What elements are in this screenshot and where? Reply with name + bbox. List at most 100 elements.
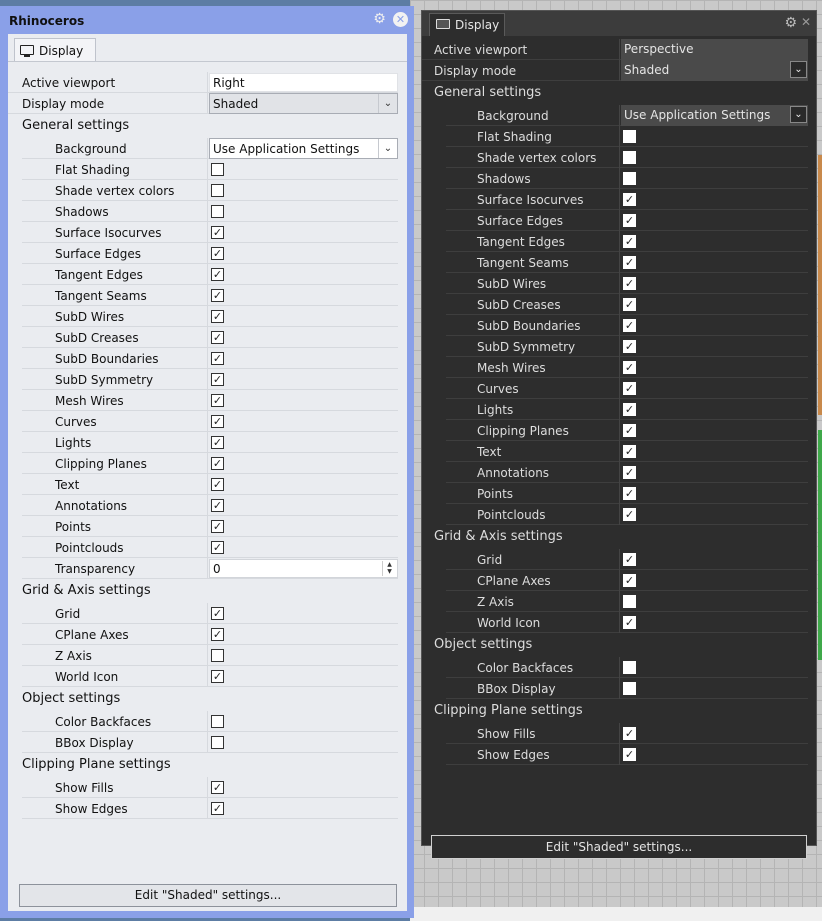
column-divider: [207, 666, 208, 687]
color-backfaces-checkbox[interactable]: [623, 661, 636, 674]
subd-boundaries-checkbox[interactable]: ✓: [211, 352, 224, 365]
property-label: Display mode: [22, 97, 105, 111]
property-row-active-viewport: Active viewport Perspective: [422, 39, 808, 60]
bbox-display-checkbox[interactable]: [623, 682, 636, 695]
column-divider: [619, 210, 620, 231]
background-dropdown[interactable]: Use Application Settings ⌄: [621, 105, 808, 126]
subd-wires-checkbox[interactable]: ✓: [211, 310, 224, 323]
pointclouds-checkbox[interactable]: ✓: [623, 508, 636, 521]
transparency-input[interactable]: 0 ▲ ▼: [209, 559, 398, 578]
text-checkbox[interactable]: ✓: [211, 478, 224, 491]
property-row-cplane-axes: CPlane Axes ✓: [22, 624, 398, 645]
subd-symmetry-checkbox[interactable]: ✓: [623, 340, 636, 353]
column-divider: [207, 711, 208, 732]
edit-shaded-settings-button[interactable]: Edit "Shaded" settings...: [431, 835, 807, 859]
clipping-planes-checkbox[interactable]: ✓: [211, 457, 224, 470]
cplane-axes-checkbox[interactable]: ✓: [623, 574, 636, 587]
show-edges-checkbox[interactable]: ✓: [211, 802, 224, 815]
property-row-subd-wires: SubD Wires ✓: [22, 306, 398, 327]
gear-icon[interactable]: ⚙: [784, 15, 797, 31]
surface-edges-checkbox[interactable]: ✓: [211, 247, 224, 260]
shadows-checkbox[interactable]: [211, 205, 224, 218]
section-object-settings: Object settings: [22, 691, 121, 706]
property-label: Shadows: [477, 172, 531, 186]
annotations-checkbox[interactable]: ✓: [623, 466, 636, 479]
subd-wires-checkbox[interactable]: ✓: [623, 277, 636, 290]
edit-shaded-settings-button[interactable]: Edit "Shaded" settings...: [19, 884, 397, 907]
mesh-wires-checkbox[interactable]: ✓: [623, 361, 636, 374]
points-checkbox[interactable]: ✓: [211, 520, 224, 533]
property-label: Lights: [477, 403, 514, 417]
column-divider: [619, 591, 620, 612]
shade-vertex-colors-checkbox[interactable]: [623, 151, 636, 164]
z-axis-checkbox[interactable]: [211, 649, 224, 662]
grid-checkbox[interactable]: ✓: [623, 553, 636, 566]
column-divider: [619, 252, 620, 273]
property-row-shade-vertex-colors: Shade vertex colors: [22, 180, 398, 201]
property-row-lights: Lights ✓: [446, 399, 808, 420]
property-label: World Icon: [477, 616, 541, 630]
property-label: Points: [477, 487, 514, 501]
flat-shading-checkbox[interactable]: [211, 163, 224, 176]
cplane-axes-checkbox[interactable]: ✓: [211, 628, 224, 641]
show-fills-checkbox[interactable]: ✓: [623, 727, 636, 740]
property-row-show-edges: Show Edges ✓: [446, 744, 808, 765]
property-row-show-fills: Show Fills ✓: [22, 777, 398, 798]
mesh-wires-checkbox[interactable]: ✓: [211, 394, 224, 407]
property-label: Transparency: [55, 562, 136, 576]
subd-creases-checkbox[interactable]: ✓: [211, 331, 224, 344]
close-icon[interactable]: ✕: [393, 12, 408, 27]
tangent-edges-checkbox[interactable]: ✓: [623, 235, 636, 248]
gear-icon[interactable]: ⚙: [372, 12, 387, 27]
surface-isocurves-checkbox[interactable]: ✓: [623, 193, 636, 206]
pointclouds-checkbox[interactable]: ✓: [211, 541, 224, 554]
shade-vertex-colors-checkbox[interactable]: [211, 184, 224, 197]
tangent-edges-checkbox[interactable]: ✓: [211, 268, 224, 281]
lights-checkbox[interactable]: ✓: [623, 403, 636, 416]
surface-isocurves-checkbox[interactable]: ✓: [211, 226, 224, 239]
subd-boundaries-checkbox[interactable]: ✓: [623, 319, 636, 332]
display-mode-dropdown[interactable]: Shaded ⌄: [209, 93, 398, 114]
tab-display[interactable]: Display: [14, 38, 96, 62]
show-fills-checkbox[interactable]: ✓: [211, 781, 224, 794]
shadows-checkbox[interactable]: [623, 172, 636, 185]
points-checkbox[interactable]: ✓: [623, 487, 636, 500]
property-label: Background: [55, 142, 127, 156]
column-divider: [619, 336, 620, 357]
spinner-arrows-icon[interactable]: ▲ ▼: [382, 561, 396, 576]
column-divider: [207, 474, 208, 495]
section-grid-axis-settings: Grid & Axis settings: [434, 529, 563, 544]
curves-checkbox[interactable]: ✓: [211, 415, 224, 428]
color-backfaces-checkbox[interactable]: [211, 715, 224, 728]
tab-label: Display: [39, 44, 84, 58]
tangent-seams-checkbox[interactable]: ✓: [211, 289, 224, 302]
subd-creases-checkbox[interactable]: ✓: [623, 298, 636, 311]
bbox-display-checkbox[interactable]: [211, 736, 224, 749]
display-mode-dropdown[interactable]: Shaded ⌄: [621, 60, 808, 81]
column-divider: [207, 285, 208, 306]
z-axis-checkbox[interactable]: [623, 595, 636, 608]
grid-checkbox[interactable]: ✓: [211, 607, 224, 620]
show-edges-checkbox[interactable]: ✓: [623, 748, 636, 761]
subd-symmetry-checkbox[interactable]: ✓: [211, 373, 224, 386]
lights-checkbox[interactable]: ✓: [211, 436, 224, 449]
column-divider: [207, 180, 208, 201]
property-label: Active viewport: [22, 76, 116, 90]
column-divider: [619, 549, 620, 570]
world-icon-checkbox[interactable]: ✓: [623, 616, 636, 629]
text-checkbox[interactable]: ✓: [623, 445, 636, 458]
window-titlebar[interactable]: Rhinoceros ⚙ ✕: [0, 6, 414, 34]
flat-shading-checkbox[interactable]: [623, 130, 636, 143]
world-icon-checkbox[interactable]: ✓: [211, 670, 224, 683]
surface-edges-checkbox[interactable]: ✓: [623, 214, 636, 227]
tab-display[interactable]: Display: [429, 13, 505, 36]
clipping-planes-checkbox[interactable]: ✓: [623, 424, 636, 437]
property-row-text: Text ✓: [446, 441, 808, 462]
curves-checkbox[interactable]: ✓: [623, 382, 636, 395]
annotations-checkbox[interactable]: ✓: [211, 499, 224, 512]
tangent-seams-checkbox[interactable]: ✓: [623, 256, 636, 269]
background-dropdown[interactable]: Use Application Settings ⌄: [209, 138, 398, 159]
close-icon[interactable]: ✕: [801, 15, 811, 29]
column-divider: [207, 645, 208, 666]
column-divider: [619, 231, 620, 252]
